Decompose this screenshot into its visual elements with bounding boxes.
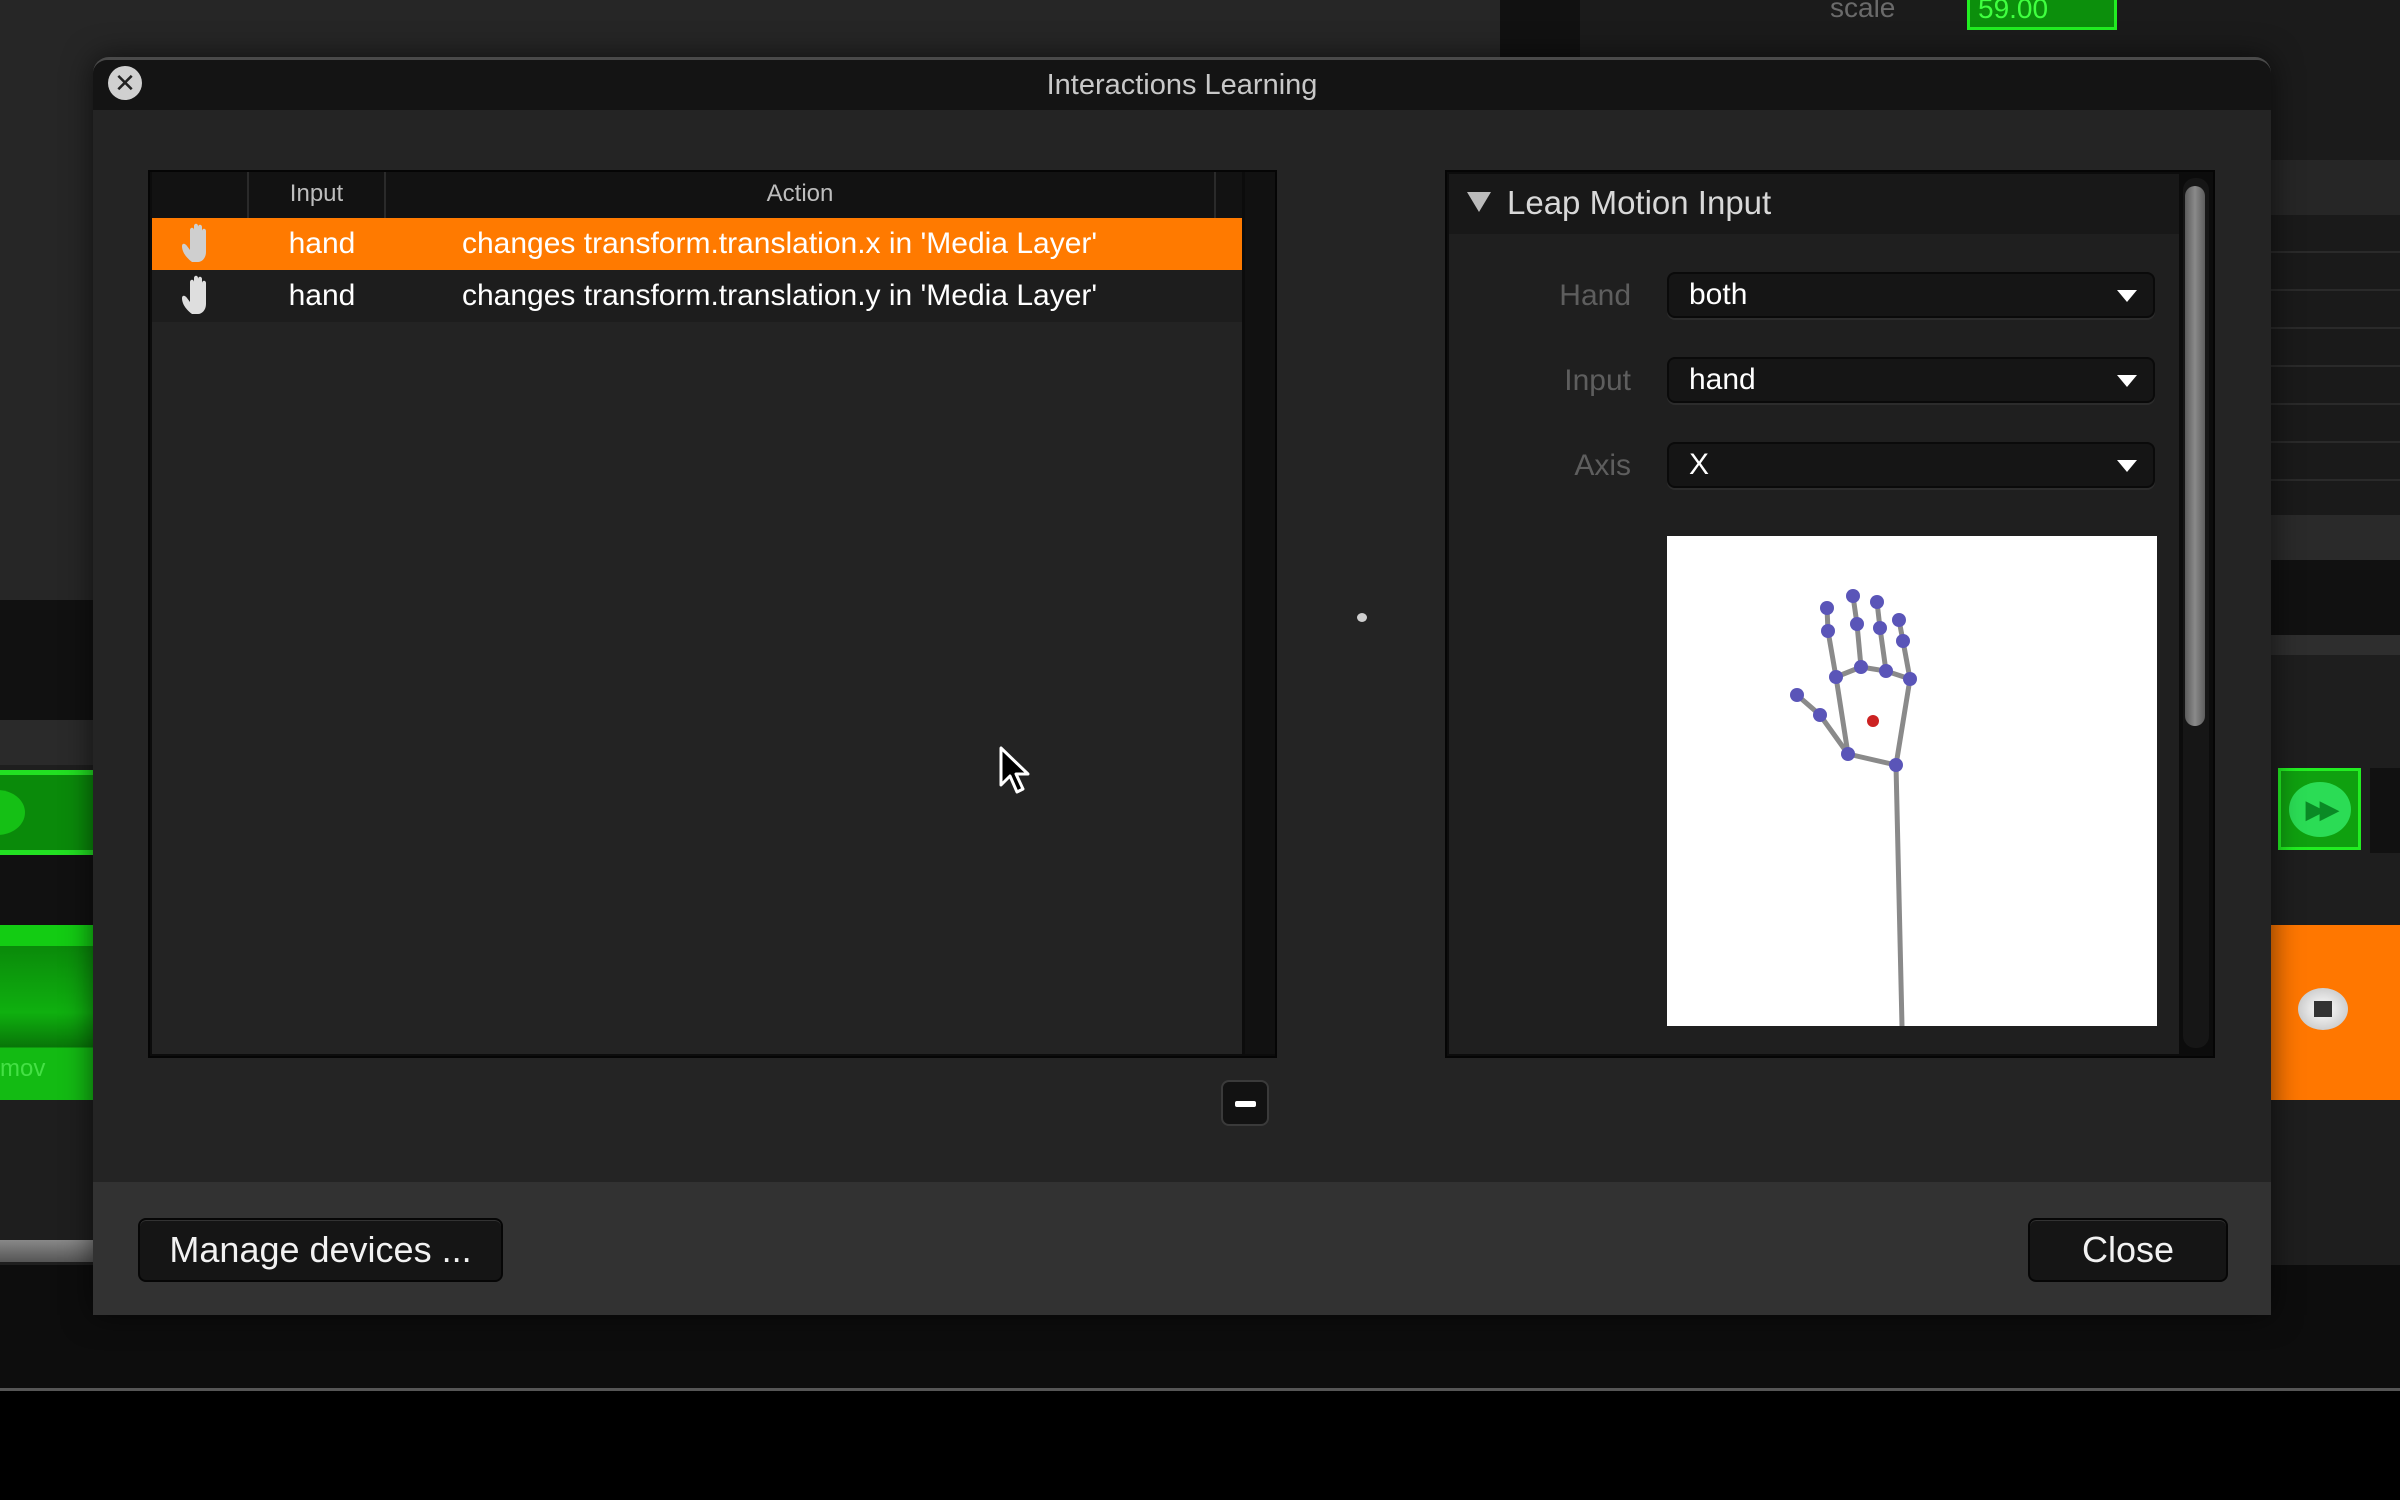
row-action: changes transform.translation.x in 'Medi… (462, 227, 1098, 260)
clip-label: mov (0, 1055, 46, 1082)
chevron-down-icon (2117, 460, 2137, 472)
hand-icon (182, 223, 206, 262)
hand-select-value: both (1689, 278, 1748, 311)
bone (1874, 599, 1889, 674)
bone (1824, 605, 1839, 680)
list-scrollbar[interactable] (1245, 172, 1275, 1054)
joint (1850, 617, 1864, 631)
joint (1820, 601, 1834, 615)
minus-icon (1235, 1101, 1256, 1107)
timeline-gap (0, 855, 93, 925)
input-select-value: hand (1689, 363, 1756, 396)
joint (1829, 670, 1843, 684)
joint (1841, 747, 1855, 761)
joint (1813, 708, 1827, 722)
axis-select[interactable]: X (1667, 442, 2155, 488)
joint (1854, 660, 1868, 674)
dialog-footer: Manage devices ... Close (93, 1182, 2271, 1315)
joint (1896, 634, 1910, 648)
section-header[interactable]: Leap Motion Input (1449, 174, 2179, 234)
disclosure-triangle-icon[interactable] (1467, 192, 1491, 212)
track-cell (2370, 768, 2400, 853)
scale-field[interactable]: 59.00 (1967, 0, 2117, 30)
scale-value: 59.00 (1978, 0, 2049, 24)
screen-bottom (0, 1391, 2400, 1500)
fast-forward-button[interactable]: ▶▶ (2278, 768, 2361, 850)
row-action: changes transform.translation.y in 'Medi… (462, 279, 1098, 312)
hand-skeleton (1790, 589, 1917, 1029)
splitter-handle[interactable] (1357, 613, 1367, 622)
hand-label: Hand (1559, 279, 1631, 312)
close-button[interactable]: Close (2028, 1218, 2228, 1282)
track-header-right (2270, 560, 2400, 635)
axis-label: Axis (1574, 449, 1631, 482)
timeline-band-right (2270, 515, 2400, 560)
table-row[interactable]: hand changes transform.translation.x in … (152, 218, 1242, 270)
joint (1790, 688, 1804, 702)
column-header-input[interactable]: Input (249, 172, 386, 218)
dialog-title: Interactions Learning (1046, 69, 1318, 101)
hand-select[interactable]: both (1667, 272, 2155, 318)
input-label: Input (1564, 364, 1631, 397)
layer-rows (2270, 215, 2400, 515)
column-header-action[interactable]: Action (386, 172, 1216, 218)
bone (1893, 676, 1913, 768)
joint (1846, 589, 1860, 603)
joint (1903, 672, 1917, 686)
dialog-titlebar: ✕ Interactions Learning (93, 60, 2271, 110)
table-row[interactable]: hand changes transform.translation.y in … (152, 270, 1242, 322)
joint (1889, 758, 1903, 772)
remove-interaction-button[interactable] (1221, 1080, 1269, 1126)
row-input: hand (288, 279, 356, 312)
leap-motion-section: Leap Motion Input Hand both Input hand A… (1449, 174, 2179, 1054)
bone (1845, 751, 1899, 768)
timeline-band (0, 720, 95, 765)
row-input: hand (288, 227, 356, 260)
timeline-band-right-2 (2270, 635, 2400, 655)
stop-button[interactable] (2298, 988, 2348, 1030)
joint (1873, 621, 1887, 635)
inspector-panel: Leap Motion Input Hand both Input hand A… (1445, 170, 2215, 1058)
joint (1879, 664, 1893, 678)
bone (1893, 762, 1905, 1029)
scale-label: scale (1830, 0, 1896, 23)
timeline-track-header (0, 600, 95, 720)
chevron-down-icon (2117, 290, 2137, 302)
section-title: Leap Motion Input (1507, 184, 1772, 221)
joint (1870, 595, 1884, 609)
joint (1821, 624, 1835, 638)
interactions-list: Input Action hand changes transform.tran… (148, 170, 1277, 1058)
inspector-scrollbar-thumb[interactable] (2185, 186, 2205, 726)
hand-icon (182, 275, 206, 314)
fast-forward-icon: ▶▶ (2288, 781, 2351, 837)
input-select[interactable]: hand (1667, 357, 2155, 403)
bone (1833, 664, 1913, 682)
table-header: Input Action (152, 172, 1242, 218)
bone (1896, 617, 1913, 682)
hand-bones (1794, 593, 1913, 1029)
column-header-icon[interactable] (152, 172, 249, 218)
chevron-down-icon (2117, 375, 2137, 387)
palm-center-marker (1867, 715, 1879, 727)
timeline-scrollbar[interactable] (0, 1240, 95, 1262)
mouse-cursor-icon (999, 746, 1030, 794)
manage-devices-button[interactable]: Manage devices ... (138, 1218, 503, 1282)
interactions-table: Input Action hand changes transform.tran… (152, 172, 1242, 1054)
stop-icon (2314, 1001, 2332, 1017)
axis-select-value: X (1689, 448, 1710, 481)
joint (1892, 613, 1906, 627)
interactions-learning-dialog: ✕ Interactions Learning Input Action han… (93, 57, 2271, 1315)
bone (1850, 593, 1864, 670)
hand-tracking-preview (1667, 536, 2157, 1029)
